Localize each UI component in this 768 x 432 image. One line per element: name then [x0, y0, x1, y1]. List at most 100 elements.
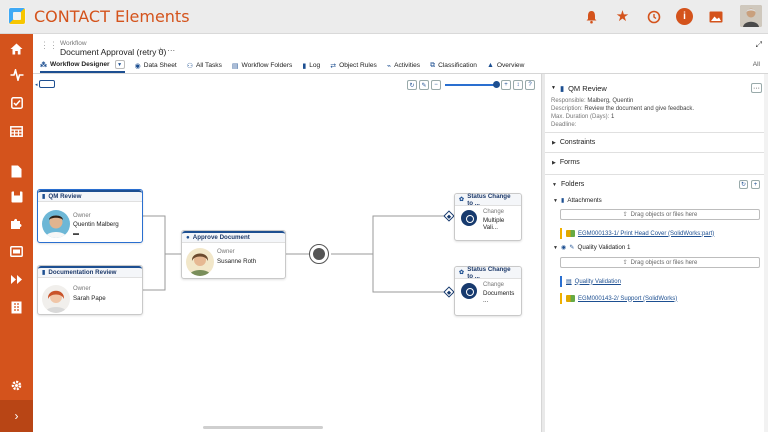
support-link[interactable]: EGM000143-2/ Support (SolidWorks) — [560, 293, 760, 304]
field-deadline: Deadline: — [551, 122, 577, 128]
overview-icon: ▲ — [486, 62, 494, 69]
tab-log[interactable]: ▮ Log — [302, 58, 320, 73]
task-card-approve-document[interactable]: ● Approve Document Owner Susanne Roth — [181, 230, 286, 279]
section-forms[interactable]: ▶ Forms — [545, 152, 768, 172]
tab-overview[interactable]: ▲ Overview — [487, 58, 524, 73]
workflow-connectors — [143, 215, 453, 293]
horizontal-scrollbar[interactable] — [203, 426, 323, 429]
more-actions-button[interactable]: ··· — [751, 83, 762, 93]
collapse-icon[interactable]: ▼ — [551, 85, 556, 91]
field-responsible: Responsible: Malberg, Quentin — [551, 98, 634, 104]
part-icon — [566, 230, 575, 237]
app-logo[interactable] — [8, 7, 26, 25]
upload-icon: ⇪ — [622, 212, 628, 218]
panel-header: ▼ ▮ QM Review ··· — [551, 83, 762, 93]
collapse-icon: ▼ — [553, 197, 558, 204]
table-icon[interactable] — [0, 118, 33, 144]
tab-classification[interactable]: ⧉ Classification — [430, 58, 477, 73]
image-icon[interactable] — [707, 8, 724, 25]
field-max-duration: Max. Duration (Days): 1 — [551, 114, 615, 120]
history-icon[interactable] — [645, 8, 662, 25]
tab-bar: ⁂ Workflow Designer ▼ ◉ Data Sheet ⚇ All… — [40, 58, 524, 73]
puzzle-icon[interactable] — [0, 210, 33, 236]
avatar — [42, 210, 70, 238]
task-icon: ▮ — [42, 193, 46, 200]
maximize-icon[interactable]: ⤢ — [756, 40, 762, 50]
star-icon[interactable]: ★ — [614, 8, 631, 25]
drag-handle-icon[interactable]: ⋮⋮ — [40, 41, 58, 56]
tab-object-rules[interactable]: ⇄ Object Rules — [330, 58, 377, 73]
info-icon[interactable]: i — [676, 8, 693, 25]
favorite-star-icon[interactable]: ☆ — [157, 46, 164, 55]
building-icon[interactable] — [0, 294, 33, 320]
status-icon — [461, 283, 477, 299]
status-icon — [461, 210, 477, 226]
gear-icon: ✿ — [459, 196, 465, 203]
user-avatar[interactable] — [740, 5, 762, 27]
tree-item-attachments[interactable]: ▼ ▮ Attachments — [553, 197, 602, 204]
page-title: Document Approval (retry 0) — [60, 47, 167, 57]
tab-workflow-designer[interactable]: ⁂ Workflow Designer ▼ — [40, 58, 125, 73]
task-icon: ▮ — [42, 269, 46, 276]
avatar — [186, 248, 214, 276]
activities-icon: ⌁ — [386, 62, 392, 70]
upload-icon: ⇪ — [622, 260, 628, 266]
datasheet-icon: ◉ — [134, 62, 141, 70]
pin-icon: ● — [186, 234, 190, 241]
avatar — [42, 285, 70, 313]
expand-icon: ▶ — [552, 159, 556, 166]
attachment-link[interactable]: EGM000133-1/ Print Head Cover (SolidWork… — [560, 228, 760, 239]
section-constraints[interactable]: ▶ Constraints — [545, 132, 768, 152]
refresh-icon[interactable]: ↻ — [739, 180, 748, 189]
tab-workflow-folders[interactable]: ▤ Workflow Folders — [232, 58, 292, 73]
chevron-down-icon[interactable]: ▼ — [114, 60, 125, 69]
field-description: Description: Review the document and giv… — [551, 106, 695, 112]
breadcrumb[interactable]: Workflow — [60, 40, 87, 47]
form-icon: ▤ — [566, 279, 572, 285]
attachment-icon: ▮ — [560, 197, 565, 204]
workflow-icon: ⁂ — [40, 61, 47, 69]
folder-icon[interactable] — [0, 184, 33, 210]
quality-validation-link[interactable]: ▤ Quality Validation — [560, 276, 760, 287]
forward-icon[interactable] — [0, 266, 33, 292]
task-card-qm-review[interactable]: ▮ QM Review Owner Quentin Malberg ▬ — [37, 189, 143, 243]
expand-nav-button[interactable]: › — [0, 400, 33, 432]
bell-icon[interactable] — [583, 8, 600, 25]
settings-icon[interactable] — [0, 372, 33, 398]
more-actions-button[interactable]: ··· — [167, 46, 175, 55]
log-icon: ▮ — [302, 62, 307, 70]
tabs-all-dropdown[interactable]: All — [753, 61, 760, 68]
tasks-icon: ⚇ — [186, 62, 193, 70]
info-icon: ◉ — [560, 244, 567, 251]
folders-icon: ▤ — [231, 62, 239, 70]
edit-icon[interactable]: ✎ — [569, 244, 574, 251]
properties-panel: ▼ ▮ QM Review ··· Responsible: Malberg, … — [545, 74, 768, 432]
expand-icon: ▶ — [552, 139, 556, 146]
home-icon[interactable] — [0, 36, 33, 62]
drop-zone[interactable]: ⇪ Drag objects or files here — [560, 209, 760, 220]
tree-item-quality-validation[interactable]: ▼ ◉ ✎ Quality Validation 1 — [553, 244, 630, 251]
section-folders[interactable]: ▼ Folders ↻ + — [545, 174, 768, 194]
document-icon[interactable] — [0, 158, 33, 184]
task-card-documentation-review[interactable]: ▮ Documentation Review Owner Sarah Pape — [37, 265, 143, 315]
collapse-icon: ▼ — [553, 244, 558, 251]
left-navigation: › — [0, 34, 33, 432]
tab-data-sheet[interactable]: ◉ Data Sheet — [135, 58, 177, 73]
panel-scrollbar[interactable] — [764, 74, 768, 432]
app-title: CONTACT Elements — [34, 7, 190, 26]
gear-icon: ✿ — [459, 269, 465, 276]
add-button[interactable]: + — [751, 180, 760, 189]
checklist-icon[interactable] — [0, 90, 33, 116]
status-change-card[interactable]: ✿ Status Change to ... Change Multiple Va… — [454, 193, 522, 241]
folder-icon: ▬ — [73, 231, 79, 237]
activity-icon[interactable] — [0, 62, 33, 88]
tab-activities[interactable]: ⌁ Activities — [387, 58, 420, 73]
drop-zone[interactable]: ⇪ Drag objects or files here — [560, 257, 760, 268]
workflow-canvas[interactable]: ◂ ↻ ✎ − + ↕ ? ▮ QM Review Owner Quentin M… — [33, 74, 541, 432]
classification-icon: ⧉ — [430, 61, 436, 69]
tab-all-tasks[interactable]: ⚇ All Tasks — [187, 58, 222, 73]
card-icon[interactable] — [0, 238, 33, 264]
status-change-card[interactable]: ✿ Status Change to ... Change Documents .… — [454, 266, 522, 316]
parallel-gateway[interactable] — [309, 244, 329, 264]
part-icon — [566, 295, 575, 302]
